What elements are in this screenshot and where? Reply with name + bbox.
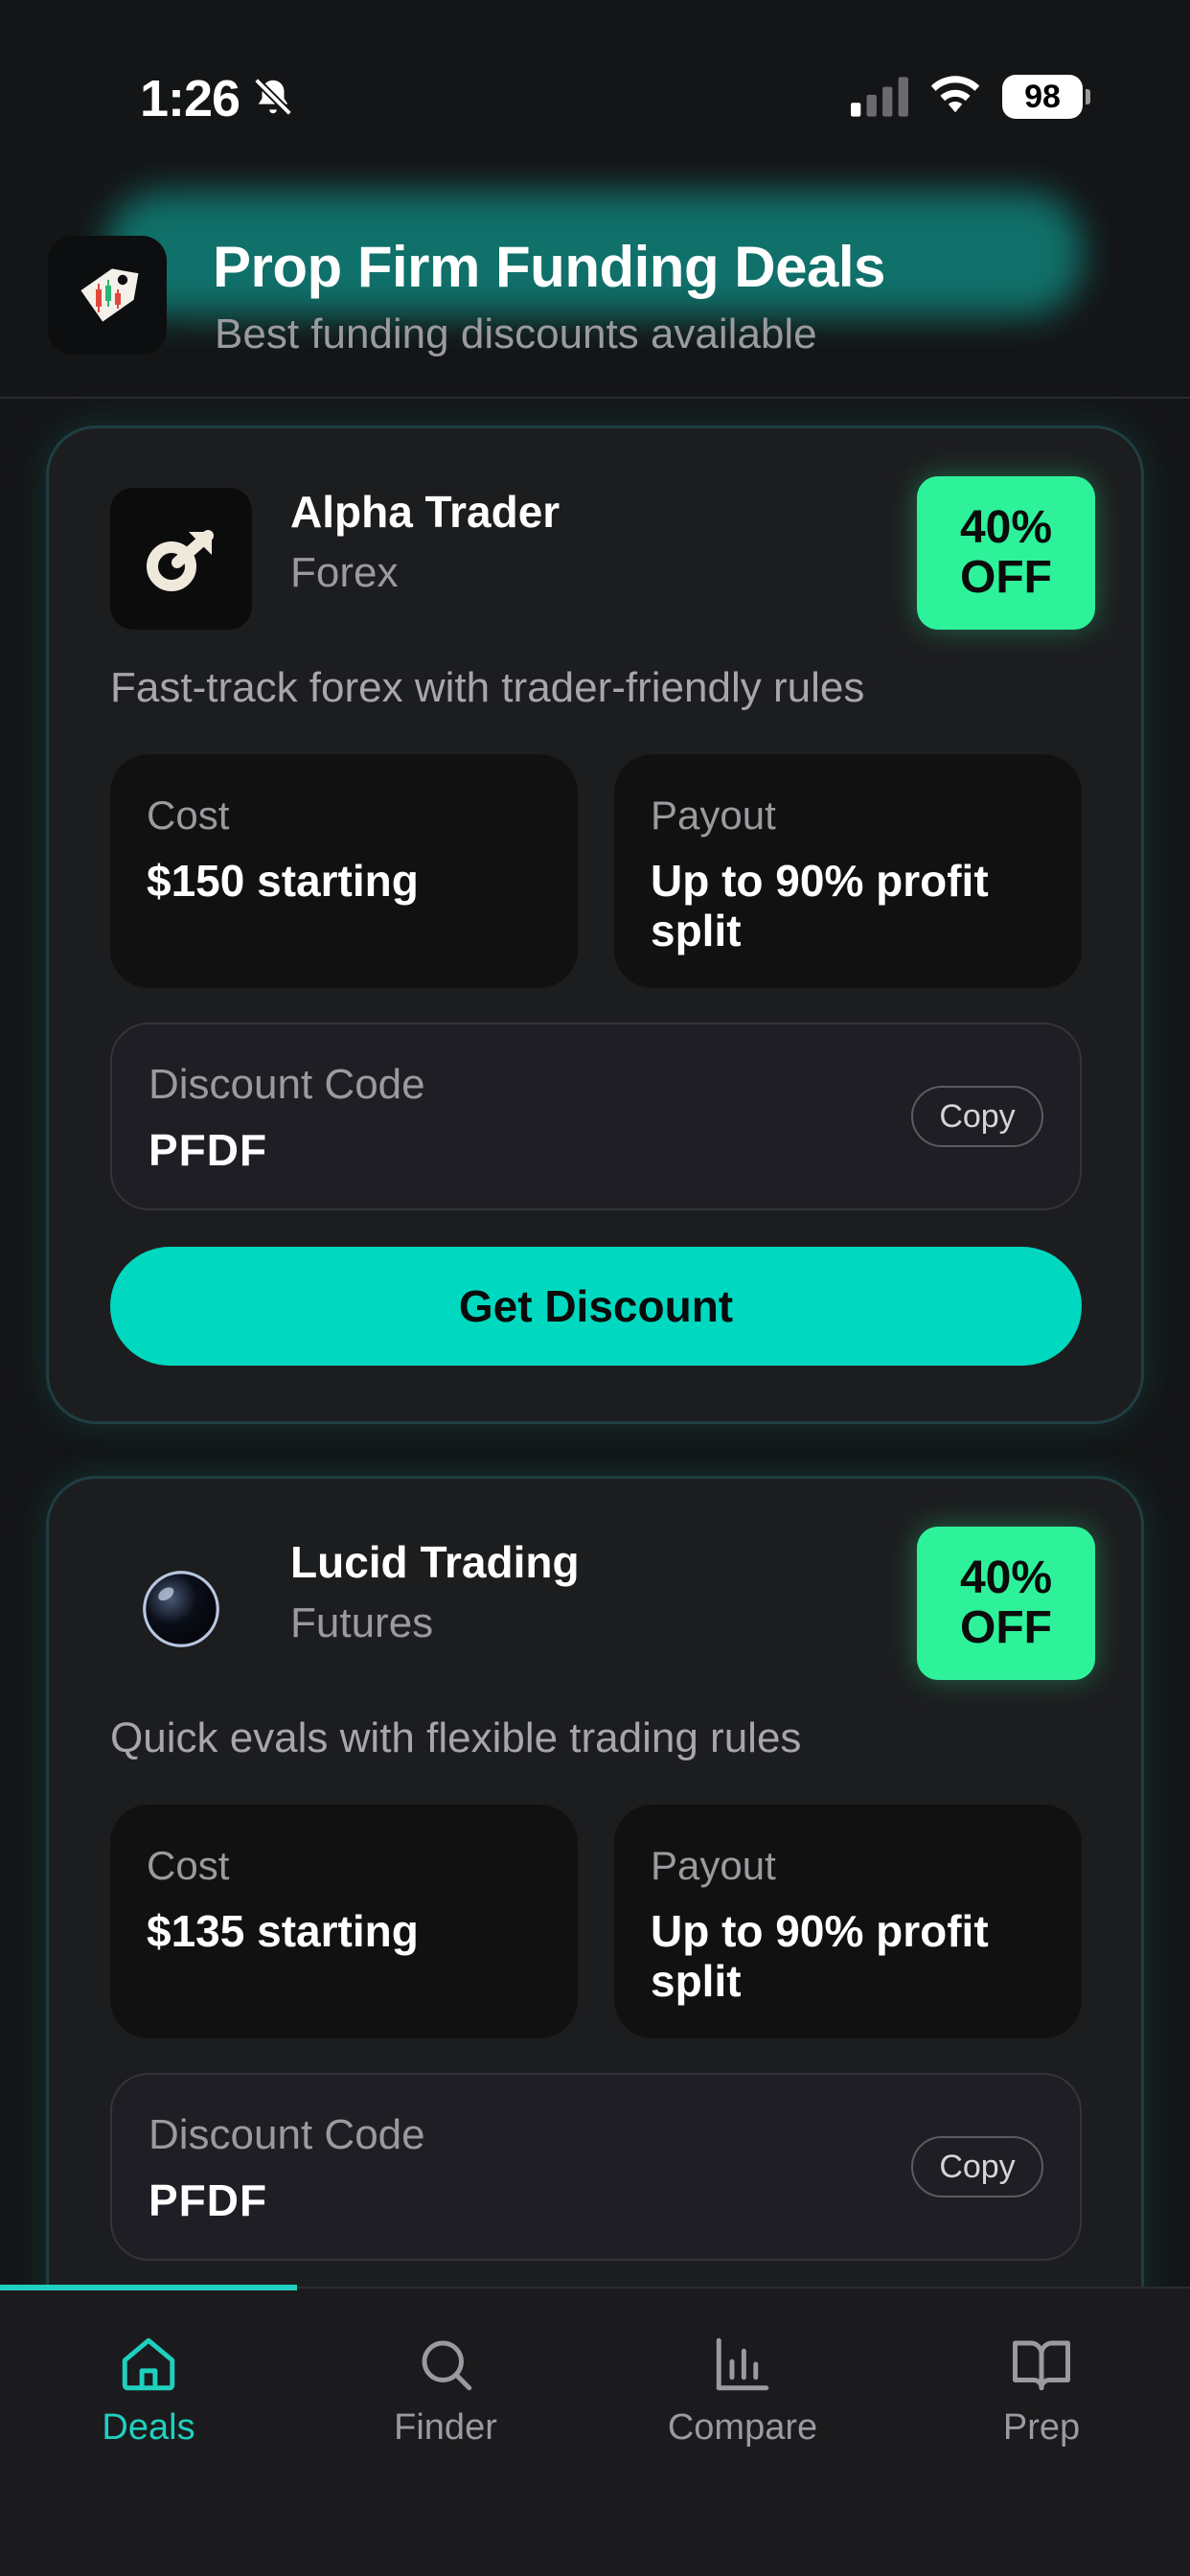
active-tab-indicator: [0, 2285, 297, 2290]
header-divider: [0, 397, 1190, 399]
tab-compare[interactable]: Compare: [594, 2333, 891, 2457]
app-header: Prop Firm Funding Deals Best funding dis…: [0, 192, 1190, 399]
badge-percent: 40%: [959, 502, 1053, 553]
bottom-tab-bar: Deals Finder Compare Prep: [0, 2285, 1190, 2576]
tab-label: Finder: [394, 2407, 497, 2448]
tab-deals[interactable]: Deals: [0, 2333, 297, 2457]
home-icon: [122, 2337, 175, 2391]
discount-code-value: PFDF: [149, 1125, 268, 1175]
firm-description: Fast-track forex with trader-friendly ru…: [110, 664, 865, 711]
deals-screen: 1:26 98 Prop Firm Funding Deals Best fun…: [0, 0, 1190, 2576]
copy-button[interactable]: Copy: [911, 2136, 1043, 2197]
bell-slash-icon: [254, 78, 292, 116]
payout-value: Up to 90% profit split: [651, 1906, 989, 2006]
payout-label: Payout: [651, 793, 776, 838]
status-time: 1:26: [140, 70, 240, 127]
discount-badge: 40% OFF: [917, 476, 1095, 630]
status-bar: 1:26 98: [0, 0, 1190, 192]
cost-value: $135 starting: [147, 1906, 419, 1956]
cost-box: Cost $150 starting: [110, 754, 578, 988]
payout-box: Payout Up to 90% profit split: [614, 1805, 1082, 2038]
bar-chart-icon: [716, 2337, 769, 2391]
copy-button[interactable]: Copy: [911, 1086, 1043, 1147]
payout-value: Up to 90% profit split: [651, 856, 989, 955]
tab-label: Compare: [667, 2407, 818, 2448]
badge-percent: 40%: [959, 1552, 1053, 1603]
lucid-sphere-logo: [110, 1538, 252, 1680]
book-icon: [1013, 2340, 1070, 2391]
get-discount-button[interactable]: Get Discount: [110, 1247, 1082, 1366]
payout-label: Payout: [651, 1843, 776, 1888]
firm-description: Quick evals with flexible trading rules: [110, 1714, 802, 1761]
cellular-signal-icon: [851, 77, 908, 117]
badge-off: OFF: [960, 552, 1052, 603]
cost-value: $150 starting: [147, 856, 419, 906]
badge-off: OFF: [960, 1602, 1052, 1653]
firm-name: Lucid Trading: [290, 1537, 580, 1587]
firm-category: Forex: [290, 549, 399, 596]
discount-code-value: PFDF: [149, 2175, 268, 2225]
cost-label: Cost: [147, 793, 230, 838]
discount-code-label: Discount Code: [149, 2111, 425, 2158]
discount-code-label: Discount Code: [149, 1061, 425, 1108]
price-tag-chart-icon: [48, 236, 167, 355]
payout-box: Payout Up to 90% profit split: [614, 754, 1082, 988]
cost-label: Cost: [147, 1843, 230, 1888]
firm-category: Futures: [290, 1599, 434, 1646]
firm-name: Alpha Trader: [290, 487, 561, 537]
discount-badge: 40% OFF: [917, 1527, 1095, 1680]
deal-card: Alpha Trader Forex 40% OFF Fast-track fo…: [46, 426, 1144, 1424]
tab-label: Prep: [1002, 2407, 1081, 2448]
tab-label: Deals: [102, 2407, 195, 2448]
discount-code-box: Discount Code PFDF Copy: [110, 1023, 1082, 1210]
page-title: Prop Firm Funding Deals: [213, 235, 885, 299]
cost-box: Cost $135 starting: [110, 1805, 578, 2038]
tab-finder[interactable]: Finder: [297, 2333, 594, 2457]
discount-code-box: Discount Code PFDF Copy: [110, 2073, 1082, 2261]
alpha-trader-arrow-logo: [110, 488, 252, 630]
battery-indicator: 98: [1002, 75, 1090, 119]
wifi-icon: [930, 76, 980, 113]
search-icon: [422, 2340, 472, 2391]
page-subtitle: Best funding discounts available: [215, 310, 817, 357]
tab-prep[interactable]: Prep: [893, 2333, 1190, 2457]
